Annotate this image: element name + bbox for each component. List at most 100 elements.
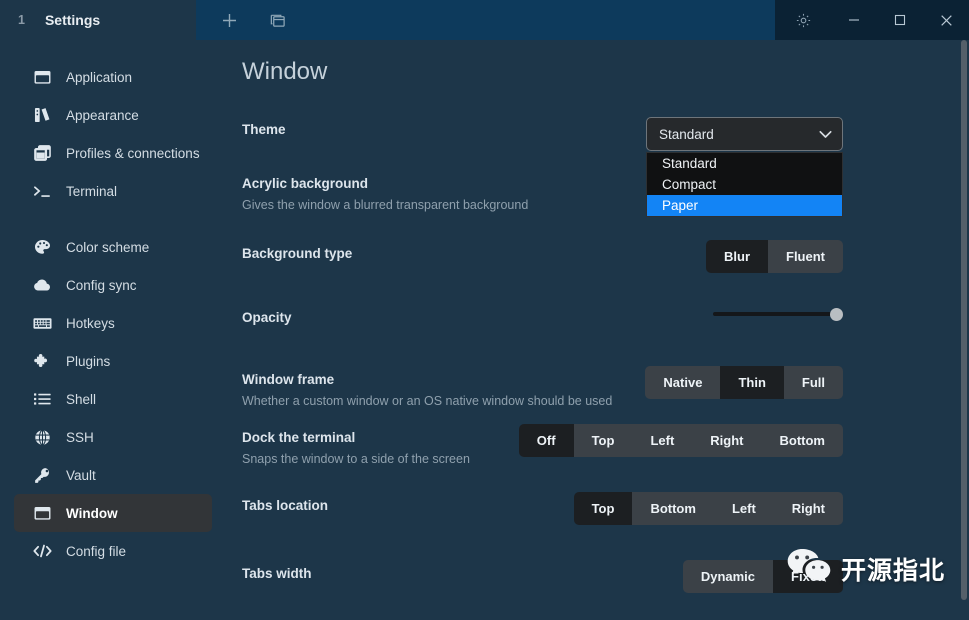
palette-icon bbox=[32, 237, 52, 257]
sidebar-item-label: Shell bbox=[66, 392, 96, 407]
sidebar-item-color-scheme[interactable]: Color scheme bbox=[14, 228, 212, 266]
sidebar-item-label: Config sync bbox=[66, 278, 137, 293]
segment-bottom[interactable]: Bottom bbox=[762, 424, 844, 457]
tabs-location-segmented: Top Bottom Left Right bbox=[574, 492, 843, 525]
list-icon bbox=[32, 389, 52, 409]
theme-select-value: Standard bbox=[659, 127, 819, 142]
setting-text: Background type bbox=[242, 240, 706, 264]
theme-option-paper[interactable]: Paper bbox=[647, 195, 842, 216]
close-icon[interactable] bbox=[923, 0, 969, 40]
sidebar-divider bbox=[0, 210, 226, 228]
setting-control: Off Top Left Right Bottom bbox=[519, 424, 843, 457]
sidebar-item-profiles-connections[interactable]: Profiles & connections bbox=[14, 134, 212, 172]
segment-off[interactable]: Off bbox=[519, 424, 574, 457]
tab-title: Settings bbox=[45, 12, 100, 28]
sidebar-item-hotkeys[interactable]: Hotkeys bbox=[14, 304, 212, 342]
setting-row-theme: Theme bbox=[242, 116, 969, 170]
theme-select-trigger[interactable]: Standard bbox=[646, 117, 843, 151]
setting-label: Opacity bbox=[242, 308, 713, 328]
setting-label: Window frame bbox=[242, 370, 645, 390]
sidebar: Application Appearance Profiles & connec… bbox=[0, 40, 226, 620]
segment-fluent[interactable]: Fluent bbox=[768, 240, 843, 273]
segment-top[interactable]: Top bbox=[574, 492, 633, 525]
sidebar-item-application[interactable]: Application bbox=[14, 58, 212, 96]
sidebar-item-window[interactable]: Window bbox=[14, 494, 212, 532]
segment-right[interactable]: Right bbox=[774, 492, 843, 525]
setting-control: Native Thin Full bbox=[645, 366, 843, 399]
setting-control bbox=[713, 304, 843, 322]
setting-text: Dock the terminal Snaps the window to a … bbox=[242, 424, 519, 469]
setting-text: Tabs width bbox=[242, 560, 683, 584]
sidebar-item-vault[interactable]: Vault bbox=[14, 456, 212, 494]
sidebar-item-plugins[interactable]: Plugins bbox=[14, 342, 212, 380]
window-icon bbox=[32, 67, 52, 87]
keyboard-icon bbox=[32, 313, 52, 333]
sidebar-item-ssh[interactable]: SSH bbox=[14, 418, 212, 456]
window-frame-segmented: Native Thin Full bbox=[645, 366, 843, 399]
tab-settings[interactable]: 1 Settings bbox=[0, 0, 196, 40]
segment-full[interactable]: Full bbox=[784, 366, 843, 399]
copy-icon bbox=[32, 143, 52, 163]
setting-label: Tabs location bbox=[242, 496, 574, 516]
theme-select: Standard Standard Compact Paper bbox=[646, 117, 843, 217]
sidebar-item-label: Appearance bbox=[66, 108, 139, 123]
setting-label: Tabs width bbox=[242, 564, 683, 584]
setting-text: Window frame Whether a custom window or … bbox=[242, 366, 645, 411]
watermark-text: 开源指北 bbox=[841, 551, 945, 587]
segment-thin[interactable]: Thin bbox=[720, 366, 783, 399]
sidebar-item-label: Vault bbox=[66, 468, 96, 483]
sidebar-item-label: SSH bbox=[66, 430, 94, 445]
sidebar-item-shell[interactable]: Shell bbox=[14, 380, 212, 418]
terminal-prompt-icon bbox=[32, 181, 52, 201]
window-icon bbox=[32, 503, 52, 523]
segment-left[interactable]: Left bbox=[632, 424, 692, 457]
setting-control: Top Bottom Left Right bbox=[574, 492, 843, 525]
sidebar-item-label: Color scheme bbox=[66, 240, 149, 255]
sidebar-item-appearance[interactable]: Appearance bbox=[14, 96, 212, 134]
segment-left[interactable]: Left bbox=[714, 492, 774, 525]
theme-option-standard[interactable]: Standard bbox=[647, 153, 842, 174]
sidebar-item-label: Plugins bbox=[66, 354, 110, 369]
palette-brush-icon bbox=[32, 105, 52, 125]
segment-dynamic[interactable]: Dynamic bbox=[683, 560, 773, 593]
minimize-icon[interactable] bbox=[831, 0, 877, 40]
wechat-icon bbox=[786, 547, 832, 590]
sidebar-item-label: Terminal bbox=[66, 184, 117, 199]
sidebar-item-config-file[interactable]: Config file bbox=[14, 532, 212, 570]
plus-icon[interactable] bbox=[212, 4, 246, 36]
sidebar-item-label: Window bbox=[66, 506, 118, 521]
opacity-slider[interactable] bbox=[713, 306, 843, 322]
sidebar-item-terminal[interactable]: Terminal bbox=[14, 172, 212, 210]
setting-row-acrylic-background: Acrylic background Gives the window a bl… bbox=[242, 170, 969, 240]
chevron-down-icon bbox=[819, 127, 832, 142]
dock-terminal-segmented: Off Top Left Right Bottom bbox=[519, 424, 843, 457]
setting-control: Blur Fluent bbox=[706, 240, 843, 273]
setting-description: Snaps the window to a side of the screen bbox=[242, 449, 519, 469]
setting-row-window-frame: Window frame Whether a custom window or … bbox=[242, 366, 969, 424]
segment-right[interactable]: Right bbox=[692, 424, 761, 457]
title-bar: 1 Settings bbox=[0, 0, 969, 40]
content-scrollbar[interactable] bbox=[961, 40, 967, 600]
settings-content: Window Theme Acrylic background Gives th… bbox=[226, 40, 969, 620]
sidebar-item-label: Application bbox=[66, 70, 132, 85]
sidebar-item-label: Hotkeys bbox=[66, 316, 115, 331]
gear-icon[interactable] bbox=[775, 0, 831, 40]
setting-label: Dock the terminal bbox=[242, 428, 519, 448]
slider-thumb[interactable] bbox=[830, 308, 843, 321]
setting-label: Background type bbox=[242, 244, 706, 264]
sidebar-item-config-sync[interactable]: Config sync bbox=[14, 266, 212, 304]
puzzle-icon bbox=[32, 351, 52, 371]
segment-native[interactable]: Native bbox=[645, 366, 720, 399]
setting-description: Whether a custom window or an OS native … bbox=[242, 391, 645, 411]
maximize-icon[interactable] bbox=[877, 0, 923, 40]
key-icon bbox=[32, 465, 52, 485]
setting-row-background-type: Background type Blur Fluent bbox=[242, 240, 969, 304]
theme-option-compact[interactable]: Compact bbox=[647, 174, 842, 195]
tab-index: 1 bbox=[18, 13, 25, 27]
segment-bottom[interactable]: Bottom bbox=[632, 492, 714, 525]
sidebar-item-label: Profiles & connections bbox=[66, 146, 200, 161]
window-split-icon[interactable] bbox=[260, 4, 294, 36]
cloud-icon bbox=[32, 275, 52, 295]
segment-top[interactable]: Top bbox=[574, 424, 633, 457]
segment-blur[interactable]: Blur bbox=[706, 240, 768, 273]
